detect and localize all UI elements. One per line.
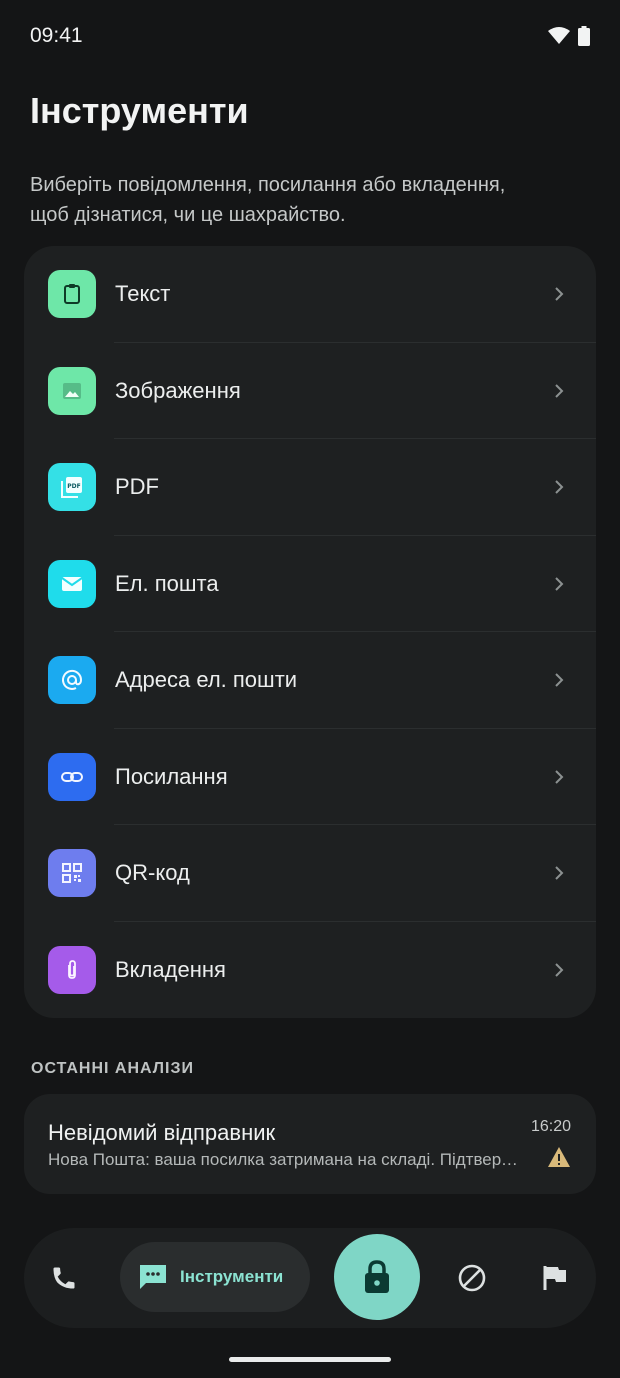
tool-item-email-address[interactable]: Адреса ел. пошти bbox=[24, 632, 596, 729]
chevron-right-icon bbox=[555, 287, 564, 301]
paperclip-icon bbox=[48, 945, 96, 994]
svg-text:PDF: PDF bbox=[67, 483, 80, 490]
tool-item-text[interactable]: Текст bbox=[24, 246, 596, 343]
status-icons bbox=[548, 26, 590, 46]
tool-label: Зображення bbox=[115, 377, 241, 403]
status-bar: 09:41 bbox=[0, 0, 620, 76]
home-indicator[interactable] bbox=[229, 1357, 391, 1362]
tool-label: Вкладення bbox=[115, 956, 226, 982]
chevron-right-icon bbox=[555, 384, 564, 398]
chevron-right-icon bbox=[555, 673, 564, 687]
warning-icon bbox=[548, 1147, 570, 1167]
tool-item-qr[interactable]: QR-код bbox=[24, 825, 596, 922]
nav-calls-button[interactable] bbox=[44, 1258, 84, 1298]
chevron-right-icon bbox=[555, 963, 564, 977]
battery-icon bbox=[578, 26, 590, 46]
tool-label: Посилання bbox=[115, 763, 228, 789]
link-icon bbox=[48, 752, 96, 801]
chevron-right-icon bbox=[555, 866, 564, 880]
mail-icon bbox=[48, 559, 96, 608]
image-icon bbox=[48, 366, 96, 415]
tool-item-pdf[interactable]: PDF PDF bbox=[24, 439, 596, 536]
lock-button[interactable] bbox=[334, 1234, 420, 1320]
page-subtitle: Виберіть повідомлення, посилання або вкл… bbox=[30, 174, 506, 226]
chevron-right-icon bbox=[555, 480, 564, 494]
status-time: 09:41 bbox=[30, 24, 83, 47]
tool-label: Адреса ел. пошти bbox=[115, 667, 298, 693]
chevron-right-icon bbox=[555, 770, 564, 784]
recent-sender: Невідомий відправник bbox=[48, 1120, 276, 1145]
nav-tools-label: Інструменти bbox=[180, 1267, 284, 1286]
tools-list: Текст Зображення PDF PDF Ел. пошта Адрес… bbox=[24, 246, 596, 1018]
bottom-nav: Інструменти bbox=[24, 1228, 596, 1328]
block-icon bbox=[458, 1264, 486, 1292]
section-header-recent: ОСТАННІ АНАЛІЗИ bbox=[31, 1060, 194, 1077]
recent-time: 16:20 bbox=[530, 1118, 571, 1135]
recent-preview: Нова Пошта: ваша посилка затримана на ск… bbox=[48, 1150, 518, 1169]
nav-blocked-button[interactable] bbox=[452, 1258, 492, 1298]
tool-item-email[interactable]: Ел. пошта bbox=[24, 536, 596, 632]
wifi-icon bbox=[548, 27, 570, 44]
tool-label: QR-код bbox=[115, 860, 190, 886]
message-dots-icon bbox=[140, 1265, 166, 1289]
at-icon bbox=[48, 656, 96, 705]
tool-label: PDF bbox=[115, 474, 159, 500]
page-title: Інструменти bbox=[30, 90, 249, 131]
qr-icon bbox=[48, 849, 96, 898]
tool-label: Текст bbox=[115, 281, 171, 307]
tool-item-attachment[interactable]: Вкладення bbox=[24, 922, 596, 1019]
tool-item-link[interactable]: Посилання bbox=[24, 729, 596, 825]
pdf-icon: PDF bbox=[48, 463, 96, 512]
nav-report-button[interactable] bbox=[535, 1258, 575, 1298]
phone-icon bbox=[53, 1267, 75, 1289]
flag-icon bbox=[543, 1266, 566, 1290]
clipboard-icon bbox=[48, 270, 96, 319]
tool-item-image[interactable]: Зображення bbox=[24, 343, 596, 439]
chevron-right-icon bbox=[555, 577, 564, 591]
nav-tools-button[interactable]: Інструменти bbox=[120, 1242, 310, 1312]
lock-icon bbox=[365, 1260, 389, 1293]
tool-label: Ел. пошта bbox=[115, 570, 219, 596]
recent-analysis-item[interactable]: Невідомий відправник Нова Пошта: ваша по… bbox=[24, 1094, 596, 1194]
